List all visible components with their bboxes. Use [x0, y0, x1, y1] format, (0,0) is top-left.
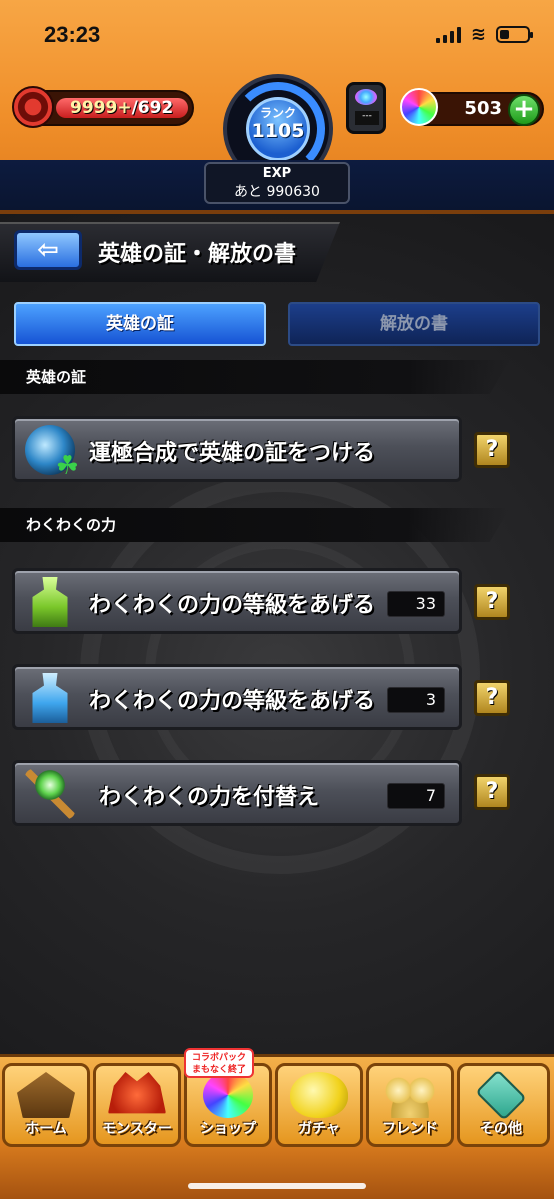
nav-other[interactable]: その他	[457, 1063, 550, 1147]
help-button-green[interactable]: ?	[474, 584, 510, 620]
blue-el-bottle-icon	[32, 673, 68, 723]
item-count: 7	[387, 783, 445, 809]
exp-remaining: あと 990630	[234, 184, 320, 200]
rank-value: 1105	[251, 120, 305, 142]
exp-label: EXP	[262, 166, 292, 181]
nav-label: ガチャ	[298, 1121, 340, 1137]
rainbow-orb-icon	[400, 88, 438, 126]
page-title: 英雄の証・解放の書	[98, 242, 297, 267]
promo-line-2: まもなく終了	[191, 1065, 246, 1075]
promo-badge: コラボパック まもなく終了	[184, 1048, 254, 1078]
wand-icon	[25, 769, 75, 819]
section-header-hero-proof: 英雄の証	[0, 360, 510, 394]
tab-hero-proof[interactable]: 英雄の証	[14, 302, 266, 346]
status-icons: ≋	[435, 24, 533, 45]
nav-friend[interactable]: フレンド	[366, 1063, 454, 1147]
coin-icon	[382, 170, 410, 198]
home-icon	[17, 1072, 75, 1118]
menu-row-raise-grade-green[interactable]: わくわくの力の等級をあげる 33	[12, 568, 462, 634]
menu-row-raise-grade-blue[interactable]: わくわくの力の等級をあげる 3	[12, 664, 462, 730]
friend-icon	[381, 1072, 439, 1118]
nav-label: ショップ	[200, 1121, 256, 1137]
nav-gacha[interactable]: ガチャ	[275, 1063, 363, 1147]
item-count: 3	[387, 687, 445, 713]
home-indicator	[188, 1183, 366, 1189]
menu-row-attach-hero-proof[interactable]: 運極合成で英雄の証をつける	[12, 416, 462, 482]
menu-label: わくわくの力の等級をあげる	[89, 689, 376, 714]
nav-label: その他	[480, 1121, 522, 1137]
tab-release-book[interactable]: 解放の書	[288, 302, 540, 346]
exp-box: EXP あと 990630	[204, 162, 350, 204]
bottom-nav: ホーム モンスター ショップ ガチャ フレンド その他	[0, 1054, 554, 1199]
section-header-wakuwaku: わくわくの力	[0, 508, 510, 542]
nav-label: モンスター	[102, 1121, 172, 1137]
nav-label: フレンド	[382, 1121, 438, 1137]
nav-label: ホーム	[25, 1121, 67, 1137]
orb-count: 503	[464, 98, 502, 119]
nav-home[interactable]: ホーム	[2, 1063, 90, 1147]
stamina-text: 9999+/692	[70, 98, 173, 118]
help-button-hero-proof[interactable]: ?	[474, 432, 510, 468]
cellular-signal-icon	[435, 26, 461, 43]
back-button[interactable]: ⇦	[14, 230, 82, 270]
gacha-icon	[290, 1072, 348, 1118]
battery-icon	[496, 26, 533, 43]
promo-line-1: コラボパック	[191, 1053, 246, 1063]
add-orb-button[interactable]: +	[508, 94, 540, 126]
status-time: 23:23	[44, 22, 101, 47]
menu-label: 運極合成で英雄の証をつける	[89, 441, 376, 466]
nav-monster[interactable]: モンスター	[93, 1063, 181, 1147]
other-icon	[475, 1069, 527, 1121]
item-count: 33	[387, 591, 445, 617]
slot-text: ---	[355, 111, 379, 125]
vip-label: 超VIP	[8, 165, 45, 181]
stamina-current: 9999+	[70, 98, 132, 118]
stamina-max: /692	[131, 98, 174, 118]
monster-icon	[108, 1072, 166, 1114]
green-bottle-icon	[32, 577, 68, 627]
player-name: やっぴ ꧁③꧂	[8, 188, 111, 204]
rank-label: ランク	[259, 106, 296, 120]
menu-label: わくわくの力を付替え	[99, 785, 320, 810]
back-arrow-icon: ⇦	[37, 235, 59, 265]
main-content: ⇦ 英雄の証・解放の書 英雄の証 解放の書 英雄の証 運極合成で英雄の証をつける…	[0, 214, 554, 1054]
menu-row-swap-power[interactable]: わくわくの力を付替え 7	[12, 760, 462, 826]
orb-clover-icon	[25, 425, 79, 481]
shop-icon	[203, 1072, 253, 1118]
wifi-icon: ≋	[470, 24, 486, 45]
help-button-swap[interactable]: ?	[474, 774, 510, 810]
coin-value: 999,999,999+	[414, 176, 532, 194]
stamina-icon	[12, 86, 54, 128]
slot-device-icon[interactable]: ---	[346, 82, 386, 134]
menu-label: わくわくの力の等級をあげる	[89, 593, 376, 618]
help-button-blue[interactable]: ?	[474, 680, 510, 716]
